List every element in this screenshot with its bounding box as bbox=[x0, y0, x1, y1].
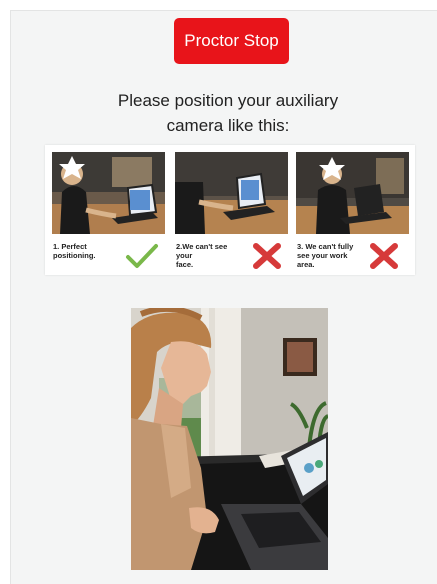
example-photo-face-hidden bbox=[175, 152, 288, 234]
instruction-line-2: camera like this: bbox=[166, 116, 290, 135]
instruction-line-1: Please position your auxiliary bbox=[117, 91, 339, 110]
example-caption-perfect: 1. Perfect positioning. bbox=[53, 242, 96, 260]
camera-instruction: Please position your auxiliary camera li… bbox=[60, 88, 396, 138]
example-caption-face-hidden: 2.We can't see your face. bbox=[176, 242, 228, 269]
checkmark-icon bbox=[125, 243, 159, 269]
example-photo-workarea-hidden bbox=[296, 152, 409, 234]
cross-icon bbox=[367, 243, 401, 269]
cross-icon bbox=[250, 243, 284, 269]
camera-preview-image bbox=[131, 308, 328, 570]
example-photo-perfect bbox=[52, 152, 165, 234]
camera-position-guide: 1. Perfect positioning. 2.We can't see y… bbox=[45, 145, 415, 275]
example-caption-workarea-hidden: 3. We can't fully see your work area. bbox=[297, 242, 354, 269]
proctor-stop-button[interactable]: Proctor Stop bbox=[174, 18, 289, 64]
